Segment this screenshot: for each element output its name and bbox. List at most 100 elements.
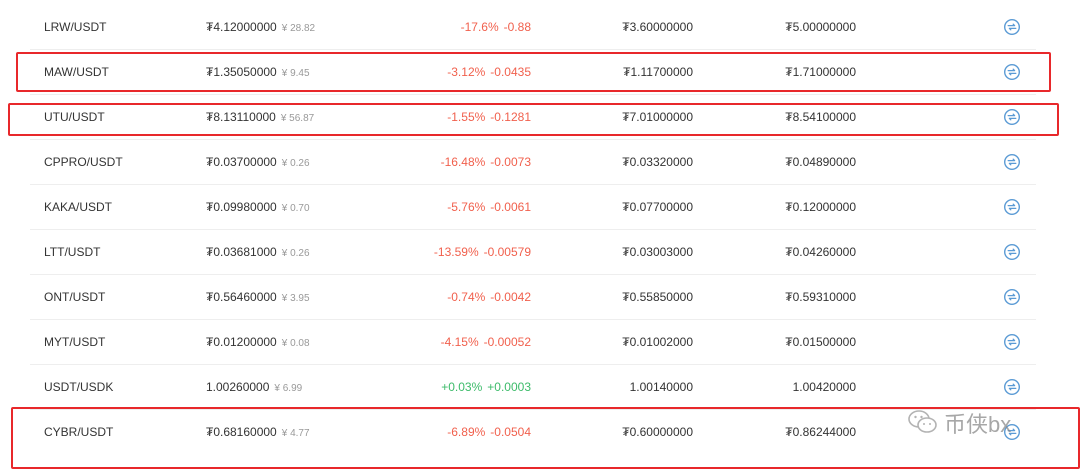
price-cny: ¥ 0.08 <box>281 338 310 349</box>
last-price: ₮0.09980000 ¥ 0.70 <box>206 185 310 230</box>
change-amount: -0.88 <box>503 20 531 34</box>
low-price: ₮0.55850000 <box>622 290 693 304</box>
price-cny: ¥ 0.26 <box>281 248 310 259</box>
price-value: ₮0.56460000 <box>206 290 277 304</box>
change-amount: -0.0061 <box>490 200 531 214</box>
table-row[interactable]: LRW/USDT ₮4.12000000 ¥ 28.82 -17.6% -0.88 ₮3.… <box>30 5 1036 50</box>
change-amount: -0.0504 <box>490 425 531 439</box>
last-price: ₮8.13110000 ¥ 56.87 <box>206 95 314 140</box>
last-price: ₮0.01200000 ¥ 0.08 <box>206 320 310 365</box>
pair-name[interactable]: MAW/USDT <box>44 50 109 95</box>
low-price: 1.00140000 <box>629 380 693 394</box>
change-amount: -0.0073 <box>490 155 531 169</box>
low-price: ₮0.03003000 <box>622 245 693 259</box>
high-price: ₮0.04260000 <box>785 245 856 259</box>
pair-name[interactable]: USDT/USDK <box>44 365 113 410</box>
change-percent: -0.74% <box>447 290 486 304</box>
pair-name[interactable]: ONT/USDT <box>44 275 105 320</box>
change-percent: -1.55% <box>447 110 486 124</box>
price-change: -13.59% -0.00579 <box>434 230 531 275</box>
trade-icon[interactable] <box>1003 288 1021 306</box>
table-row[interactable]: MYT/USDT ₮0.01200000 ¥ 0.08 -4.15% -0.00052 ₮… <box>30 320 1036 365</box>
change-percent: -5.76% <box>447 200 486 214</box>
table-row[interactable]: LTT/USDT ₮0.03681000 ¥ 0.26 -13.59% -0.00579… <box>30 230 1036 275</box>
price-cny: ¥ 4.77 <box>281 428 310 439</box>
price-cny: ¥ 28.82 <box>281 23 316 34</box>
low-price: ₮0.60000000 <box>622 425 693 439</box>
pair-name[interactable]: MYT/USDT <box>44 320 105 365</box>
high-price: ₮8.54100000 <box>785 110 856 124</box>
price-change: -5.76% -0.0061 <box>447 185 531 230</box>
price-change: -16.48% -0.0073 <box>441 140 531 185</box>
last-price: ₮0.03681000 ¥ 0.26 <box>206 230 310 275</box>
pair-name[interactable]: KAKA/USDT <box>44 185 112 230</box>
trade-icon[interactable] <box>1003 378 1021 396</box>
price-value: ₮0.03681000 <box>206 245 277 259</box>
pair-name[interactable]: CPPRO/USDT <box>44 140 123 185</box>
change-percent: -13.59% <box>433 245 479 259</box>
last-price: ₮0.03700000 ¥ 0.26 <box>206 140 310 185</box>
price-value: 1.00260000 <box>206 380 270 394</box>
high-price: ₮0.59310000 <box>785 290 856 304</box>
high-price: ₮1.71000000 <box>785 65 856 79</box>
table-row[interactable]: USDT/USDK 1.00260000 ¥ 6.99 +0.03% +0.0003 1.… <box>30 365 1036 410</box>
low-price: ₮1.11700000 <box>623 65 693 79</box>
price-value: ₮1.35050000 <box>206 65 277 79</box>
trade-icon[interactable] <box>1003 198 1021 216</box>
wechat-icon <box>908 409 938 438</box>
trade-icon[interactable] <box>1003 18 1021 36</box>
price-cny: ¥ 56.87 <box>280 113 315 124</box>
high-price: ₮0.04890000 <box>785 155 856 169</box>
trade-icon[interactable] <box>1003 333 1021 351</box>
table-row[interactable]: ONT/USDT ₮0.56460000 ¥ 3.95 -0.74% -0.0042 ₮0… <box>30 275 1036 320</box>
price-change: -1.55% -0.1281 <box>447 95 531 140</box>
watermark-text: 币侠bx <box>944 412 1012 437</box>
last-price: ₮4.12000000 ¥ 28.82 <box>206 5 315 50</box>
trade-icon[interactable] <box>1003 153 1021 171</box>
low-price: ₮0.07700000 <box>622 200 693 214</box>
table-row[interactable]: CYBR/USDT ₮0.68160000 ¥ 4.77 -6.89% -0.0504 ₮… <box>30 410 1036 455</box>
change-amount: -0.0435 <box>490 65 531 79</box>
pair-name[interactable]: CYBR/USDT <box>44 410 113 455</box>
watermark: 币侠bx <box>908 403 1011 443</box>
price-value: ₮0.03700000 <box>206 155 277 169</box>
change-amount: +0.0003 <box>487 380 531 394</box>
price-cny: ¥ 3.95 <box>281 293 310 304</box>
high-price: 1.00420000 <box>792 380 856 394</box>
change-percent: -6.89% <box>447 425 486 439</box>
high-price: ₮0.86244000 <box>785 425 856 439</box>
low-price: ₮3.60000000 <box>622 20 693 34</box>
table-row[interactable]: KAKA/USDT ₮0.09980000 ¥ 0.70 -5.76% -0.0061 ₮… <box>30 185 1036 230</box>
high-price: ₮5.00000000 <box>785 20 856 34</box>
price-change: -6.89% -0.0504 <box>447 410 531 455</box>
price-change: -17.6% -0.88 <box>461 5 531 50</box>
trade-icon[interactable] <box>1003 63 1021 81</box>
low-price: ₮0.01002000 <box>622 335 693 349</box>
change-percent: -3.12% <box>447 65 486 79</box>
pair-name[interactable]: LTT/USDT <box>44 230 100 275</box>
low-price: ₮0.03320000 <box>622 155 693 169</box>
last-price: ₮0.56460000 ¥ 3.95 <box>206 275 310 320</box>
trade-icon[interactable] <box>1003 243 1021 261</box>
change-percent: -4.15% <box>440 335 479 349</box>
change-amount: -0.0042 <box>490 290 531 304</box>
trade-icon[interactable] <box>1003 108 1021 126</box>
price-value: ₮0.68160000 <box>206 425 277 439</box>
pair-name[interactable]: UTU/USDT <box>44 95 105 140</box>
price-change: +0.03% +0.0003 <box>441 365 531 410</box>
change-percent: +0.03% <box>441 380 483 394</box>
price-cny: ¥ 0.26 <box>281 158 310 169</box>
price-change: -3.12% -0.0435 <box>447 50 531 95</box>
price-value: ₮4.12000000 <box>206 20 277 34</box>
pair-name[interactable]: LRW/USDT <box>44 5 106 50</box>
price-cny: ¥ 0.70 <box>281 203 310 214</box>
table-row[interactable]: CPPRO/USDT ₮0.03700000 ¥ 0.26 -16.48% -0.007… <box>30 140 1036 185</box>
high-price: ₮0.01500000 <box>785 335 856 349</box>
change-percent: -17.6% <box>460 20 499 34</box>
last-price: 1.00260000 ¥ 6.99 <box>206 365 302 410</box>
price-change: -4.15% -0.00052 <box>441 320 531 365</box>
table-row[interactable]: MAW/USDT ₮1.35050000 ¥ 9.45 -3.12% -0.0435 ₮1… <box>30 50 1036 95</box>
price-cny: ¥ 6.99 <box>274 383 303 394</box>
table-row[interactable]: UTU/USDT ₮8.13110000 ¥ 56.87 -1.55% -0.1281 ₮… <box>30 95 1036 140</box>
low-price: ₮7.01000000 <box>622 110 693 124</box>
